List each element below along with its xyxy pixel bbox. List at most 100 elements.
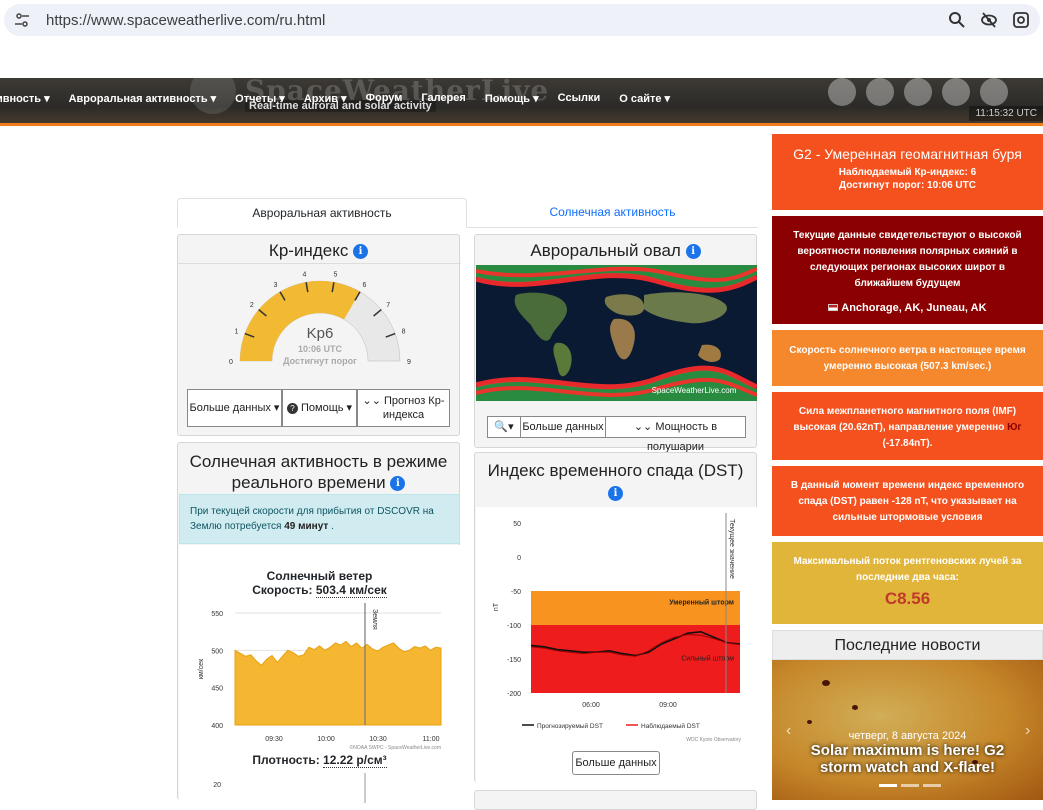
oval-power-button[interactable]: ⌄⌄ Мощность в полушарии: [605, 416, 746, 453]
wind-x-tick: 10:30: [369, 736, 387, 743]
apple-icon[interactable]: [866, 78, 894, 106]
header-stripe: [0, 123, 1043, 126]
wind-area: [234, 640, 442, 726]
kp-tick-label: 2: [250, 302, 254, 309]
wind-y-tick: 550: [211, 611, 223, 618]
social-links: [828, 78, 1008, 106]
nav-item-forum[interactable]: Форум: [366, 92, 403, 105]
kp-value-label: Kp6: [307, 325, 334, 342]
site-header: SpaceWeatherLive Real-time auroral and s…: [0, 78, 1043, 126]
nav-item-about[interactable]: О сайте ▾: [619, 92, 670, 105]
wind-y-tick: 500: [211, 648, 223, 655]
kp-tick-label: 9: [407, 359, 411, 366]
dst-y-tick: 50: [513, 521, 521, 528]
question-icon: ?: [286, 403, 298, 414]
speed-value: 503.4 км/сек: [315, 583, 387, 598]
xray-alert[interactable]: Максимальный поток рентгеновских лучей з…: [772, 542, 1043, 624]
dst-chart: 500-50-100-150-200nT Умеренный штормСильн…: [493, 513, 741, 743]
kp-tick-label: 4: [303, 271, 307, 278]
zoom-icon: 🔍: [494, 421, 509, 433]
imf-direction: Юг: [1007, 422, 1022, 433]
url-text[interactable]: https://www.spaceweatherlive.com/ru.html: [46, 12, 325, 29]
carousel-dot[interactable]: [879, 784, 897, 787]
news-date: четверг, 8 августа 2024: [848, 730, 967, 742]
eye-off-icon[interactable]: [980, 11, 998, 29]
legend-observed-label: Наблюдаемый DST: [641, 722, 700, 730]
us-flag-icon: [828, 304, 839, 311]
nav-item-solar[interactable]: ивность ▾: [0, 92, 50, 105]
wind-alert-text: Скорость солнечного ветра в настоящее вр…: [789, 345, 1026, 372]
moderate-storm-label: Умеренный шторм: [669, 599, 734, 607]
chevrons-down-icon: ⌄⌄: [633, 421, 653, 433]
wind-y-label: км/сек: [198, 658, 205, 679]
tab-solar[interactable]: Солнечная активность: [467, 198, 758, 228]
screenshot-icon[interactable]: [1012, 11, 1030, 29]
dst-x-tick: 09:00: [659, 702, 677, 709]
zoom-icon[interactable]: [948, 11, 966, 29]
wind-x-tick: 10:00: [317, 736, 335, 743]
kp-tick-label: 3: [274, 282, 278, 289]
dst-y-tick: -150: [507, 657, 521, 664]
dst-y-tick: -200: [507, 691, 521, 698]
news-title[interactable]: Solar maximum is here! G2 storm watch an…: [792, 742, 1023, 776]
site-settings-icon[interactable]: [14, 12, 30, 28]
kp-tick-label: 1: [234, 329, 238, 336]
nav-item-gallery[interactable]: Галерея: [421, 92, 465, 105]
dscovr-notice: При текущей скорости для прибытия от DSC…: [179, 494, 460, 544]
news-carousel[interactable]: четверг, 8 августа 2024 Solar maximum is…: [772, 660, 1043, 800]
x-icon[interactable]: [904, 78, 932, 106]
kp-help-button[interactable]: ? Помощь ▾: [282, 389, 357, 427]
news-heading: Последние новости: [772, 630, 1043, 660]
chevron-right-icon[interactable]: ›: [1025, 722, 1030, 740]
nav-item-reports[interactable]: Отчеты ▾: [235, 92, 285, 105]
kp-title: Кp-индекс: [268, 241, 349, 260]
dst-title: Индекс временного спада (DST): [487, 461, 744, 480]
address-bar[interactable]: https://www.spaceweatherlive.com/ru.html: [4, 4, 1040, 36]
imf-alert[interactable]: Сила межпланетного магнитного поля (IMF)…: [772, 392, 1043, 460]
speed-label: Скорость:: [252, 583, 313, 597]
activity-tabs: Авроральная активность Солнечная активно…: [177, 198, 758, 228]
chevrons-down-icon: ⌄⌄: [362, 395, 381, 407]
carousel-dot[interactable]: [901, 784, 919, 787]
info-icon[interactable]: i: [685, 244, 701, 259]
dst-y-label: nT: [493, 602, 500, 611]
oval-zoom-button[interactable]: 🔍▾: [487, 416, 521, 438]
solar-panel: Солнечная активность в режиме реального …: [177, 442, 460, 803]
aurora-alert[interactable]: Текущие данные свидетельствуют о высокой…: [772, 216, 1043, 324]
oval-more-data-button[interactable]: Больше данных: [520, 416, 606, 438]
storm-kp: Наблюдаемый Кр-индекс: 6: [838, 167, 977, 178]
nav-item-aurora[interactable]: Авроральная активность ▾: [69, 92, 217, 105]
storm-title: G2 - Умеренная геомагнитная буря: [793, 146, 1022, 162]
kp-more-data-button[interactable]: Больше данных ▾: [187, 389, 282, 427]
bell-icon[interactable]: [828, 78, 856, 106]
carousel-dot[interactable]: [923, 784, 941, 787]
kp-forecast-button[interactable]: ⌄⌄ Прогноз Кр-индекса: [357, 389, 450, 427]
oval-panel: Авроральный овал i SpaceWeatherLive.com …: [474, 234, 757, 453]
aurora-oval-map[interactable]: SpaceWeatherLive.com: [476, 265, 757, 401]
info-icon[interactable]: i: [390, 476, 406, 491]
main-nav: ивность ▾ Авроральная активность ▾ Отчет…: [0, 92, 689, 105]
wind-alert[interactable]: Скорость солнечного ветра в настоящее вр…: [772, 330, 1043, 386]
nav-item-archive[interactable]: Архив ▾: [304, 92, 347, 105]
facebook-icon[interactable]: [942, 78, 970, 106]
density-value: 12.22 р/см³: [323, 753, 387, 768]
info-icon[interactable]: i: [608, 486, 623, 501]
storm-alert[interactable]: G2 - Умеренная геомагнитная буря Наблюда…: [772, 134, 1043, 210]
density-chart: 20: [213, 773, 366, 803]
wind-y-tick: 450: [211, 686, 223, 693]
chevron-left-icon[interactable]: ‹: [786, 722, 791, 740]
kp-status: Достигнут порог: [283, 356, 357, 366]
dst-now-label: Текущее значение: [728, 519, 735, 579]
youtube-icon[interactable]: [980, 78, 1008, 106]
nav-item-help[interactable]: Помощь ▾: [485, 92, 539, 105]
kp-tick-label: 6: [363, 282, 367, 289]
kp-panel: Кp-индекс i 0 1 2 3 4 5 6 7 8 9 Kp6 10:06 UTC Дос…: [177, 234, 461, 436]
wind-credit: ©NOAA SWPC - SpaceWeatherLive.com: [350, 744, 441, 751]
dst-more-data-button[interactable]: Больше данных: [572, 751, 660, 775]
xray-alert-text: Максимальный поток рентгеновских лучей з…: [793, 556, 1022, 583]
kp-tick-label: 5: [334, 271, 338, 278]
dst-alert[interactable]: В данный момент времени индекс временног…: [772, 466, 1043, 536]
tab-aurora[interactable]: Авроральная активность: [177, 198, 467, 228]
info-icon[interactable]: i: [353, 244, 369, 259]
nav-item-links[interactable]: Ссылки: [558, 92, 601, 105]
